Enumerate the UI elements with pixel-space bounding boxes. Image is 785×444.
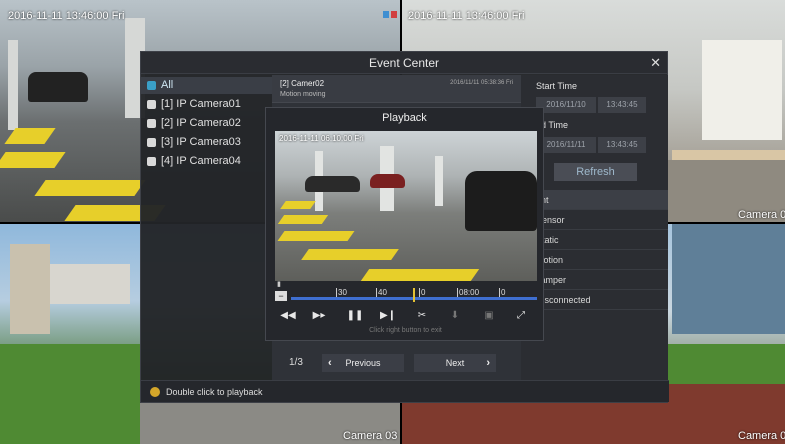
clip-icon[interactable]: ✂: [412, 308, 432, 324]
camera-tree: All [1] IP Camera01 [2] IP Camera02 [3] …: [141, 75, 272, 381]
event-center-footer: Double click to playback: [141, 380, 669, 402]
event-center-titlebar: Event Center ✕: [141, 52, 667, 74]
checkbox-icon[interactable]: [147, 81, 156, 90]
snapshot-icon[interactable]: ▣: [479, 308, 499, 324]
start-time-label: Start Time: [536, 81, 578, 91]
dialog-title: Event Center: [368, 56, 440, 70]
lawn: [662, 344, 785, 384]
road-marking: [4, 128, 56, 144]
camera-label: Camera 03: [343, 430, 398, 442]
car: [28, 72, 88, 102]
end-date-field[interactable]: 2016/11/11: [536, 137, 596, 153]
checkbox-icon[interactable]: [147, 119, 156, 128]
playback-controls: ◀◀ ▶▸ ❚❚ ▶❙ ✂ ⬇ ▣ ⤢: [275, 308, 537, 324]
camera-label: Camera 02: [738, 209, 785, 221]
start-time-field[interactable]: 13:43:45: [598, 97, 646, 113]
next-button[interactable]: Next ›: [414, 354, 496, 372]
car: [465, 171, 537, 231]
close-icon[interactable]: ✕: [650, 52, 661, 74]
road-marking: [277, 215, 329, 224]
timeline-tick-label: 0: [501, 288, 506, 297]
tree-item-label: All: [161, 79, 174, 91]
playback-video[interactable]: 2016-11-11 06:10:00 Fri: [275, 131, 537, 281]
checkbox-icon[interactable]: [147, 138, 156, 147]
rewind-icon[interactable]: ◀◀: [278, 308, 298, 324]
chevron-right-icon: ›: [486, 357, 490, 369]
event-subtitle: Motion moving: [280, 91, 326, 98]
checkbox-icon[interactable]: [147, 100, 156, 109]
playback-hint: Click right button to exit: [369, 327, 442, 334]
road-marking: [280, 201, 316, 209]
tree-item-camera04[interactable]: [4] IP Camera04: [141, 153, 272, 170]
info-icon: [150, 387, 160, 397]
timeline-cursor[interactable]: [413, 288, 415, 302]
footer-hint: Double click to playback: [166, 387, 263, 397]
tree-item-label: [1] IP Camera01: [161, 98, 241, 110]
car: [370, 174, 405, 188]
road-marking: [277, 231, 355, 241]
previous-label: Previous: [345, 358, 381, 368]
camera-label: Camera 04: [738, 430, 785, 442]
timeline-tick-label: 08:00: [459, 288, 480, 297]
timeline-tick-label: 0: [421, 288, 426, 297]
next-label: Next: [445, 358, 465, 368]
tree-item-camera01[interactable]: [1] IP Camera01: [141, 96, 272, 113]
building: [672, 224, 785, 334]
event-time: 2016/11/11 05:38:36 Fri: [450, 80, 513, 86]
tree-item-label: [3] IP Camera03: [161, 136, 241, 148]
fullscreen-icon[interactable]: ⤢: [511, 308, 531, 324]
previous-button[interactable]: ‹ Previous: [322, 354, 404, 372]
zoom-out-icon[interactable]: −: [275, 291, 287, 301]
alarm-icon: [391, 11, 397, 18]
car: [305, 176, 360, 192]
tree-item-camera02[interactable]: [2] IP Camera02: [141, 115, 272, 132]
house: [50, 264, 130, 304]
playback-osd: 2016-11-11 06:10:00 Fri: [279, 134, 364, 143]
timeline: ▮ − 30 40 0 08:00 0: [275, 281, 537, 305]
road-marking: [360, 269, 480, 281]
playback-dialog: Playback 2016-11-11 06:10:00 Fri ▮ − 30 …: [265, 107, 544, 341]
download-icon[interactable]: ⬇: [445, 308, 465, 324]
refresh-button[interactable]: Refresh: [554, 163, 637, 181]
lock-icon[interactable]: ▮: [277, 280, 281, 288]
tree-item-label: [4] IP Camera04: [161, 155, 241, 167]
camera-osd: 2016-11-11 13:46:00 Fri: [408, 10, 525, 22]
end-time-field[interactable]: 13:43:45: [598, 137, 646, 153]
pillar: [435, 156, 443, 206]
shelf: [702, 40, 782, 140]
tree-item-all[interactable]: All: [141, 77, 272, 94]
road-marking: [0, 152, 66, 168]
timeline-track[interactable]: 30 40 0 08:00 0: [291, 288, 537, 302]
road-marking: [34, 180, 146, 196]
house: [10, 244, 50, 334]
pager: 1/3 ‹ Previous Next ›: [289, 352, 509, 374]
lawn: [0, 344, 140, 444]
page-count: 1/3: [289, 357, 303, 368]
checkbox-icon[interactable]: [147, 157, 156, 166]
list-item[interactable]: [2] Camer02 Motion moving 2016/11/11 05:…: [272, 75, 521, 103]
step-forward-icon[interactable]: ▶❙: [378, 308, 398, 324]
chevron-left-icon: ‹: [328, 357, 332, 369]
road-marking: [301, 249, 399, 260]
slow-forward-icon[interactable]: ▶▸: [309, 308, 329, 324]
tree-item-label: [2] IP Camera02: [161, 117, 241, 129]
record-icon: [383, 11, 389, 18]
camera-osd: 2016-11-11 13:46:00 Fri: [8, 10, 125, 22]
pillar: [8, 40, 18, 130]
timeline-tick-label: 40: [378, 288, 387, 297]
pause-icon[interactable]: ❚❚: [345, 308, 365, 324]
start-date-field[interactable]: 2016/11/10: [536, 97, 596, 113]
tree-item-camera03[interactable]: [3] IP Camera03: [141, 134, 272, 151]
playback-title: Playback: [382, 112, 427, 124]
timeline-tick-label: 30: [338, 288, 347, 297]
